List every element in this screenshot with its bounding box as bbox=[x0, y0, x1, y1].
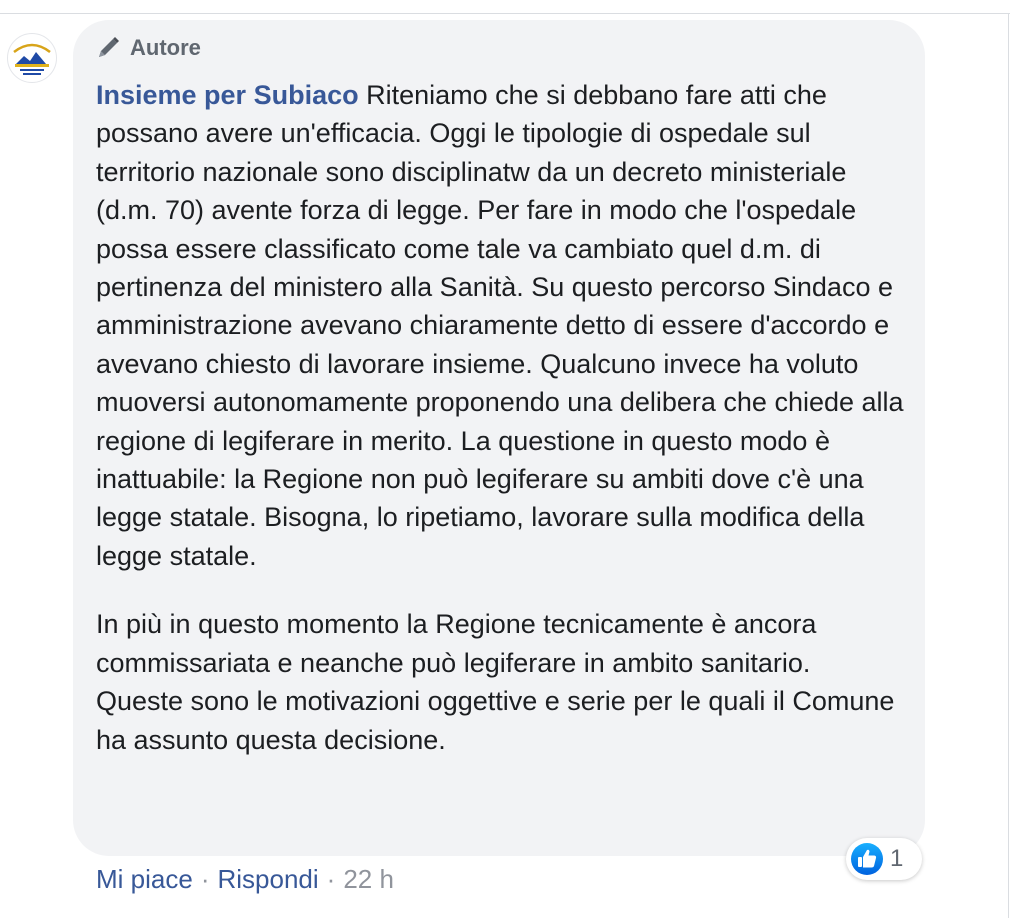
reaction-summary[interactable]: 1 bbox=[846, 838, 922, 880]
comment-paragraph-2: In più in questo momento la Regione tecn… bbox=[96, 609, 895, 755]
comment-actions: Mi piace · Rispondi · 22 h bbox=[96, 862, 394, 896]
pencil-icon bbox=[94, 34, 122, 62]
comment-timestamp[interactable]: 22 h bbox=[343, 864, 394, 895]
like-icon bbox=[850, 842, 884, 876]
top-divider bbox=[0, 13, 1010, 14]
action-separator: · bbox=[326, 863, 336, 894]
author-badge-label: Autore bbox=[130, 35, 201, 60]
comment-paragraph-1: Insieme per Subiaco Riteniamo che si deb… bbox=[96, 76, 904, 575]
right-divider bbox=[1008, 14, 1009, 918]
comment-author-link[interactable]: Insieme per Subiaco bbox=[96, 80, 359, 110]
comment-thread: Autore Insieme per Subiaco Riteniamo che… bbox=[0, 0, 1024, 918]
action-separator: · bbox=[200, 863, 210, 894]
avatar[interactable] bbox=[7, 33, 57, 83]
author-badge: Autore bbox=[94, 34, 201, 62]
comment-text-1: Riteniamo che si debbano fare atti che p… bbox=[96, 80, 904, 571]
reply-button[interactable]: Rispondi bbox=[218, 864, 319, 895]
like-button[interactable]: Mi piace bbox=[96, 864, 193, 895]
comment-body: Insieme per Subiaco Riteniamo che si deb… bbox=[96, 76, 904, 759]
reaction-count: 1 bbox=[890, 845, 904, 872]
avatar-logo-icon bbox=[9, 35, 55, 81]
